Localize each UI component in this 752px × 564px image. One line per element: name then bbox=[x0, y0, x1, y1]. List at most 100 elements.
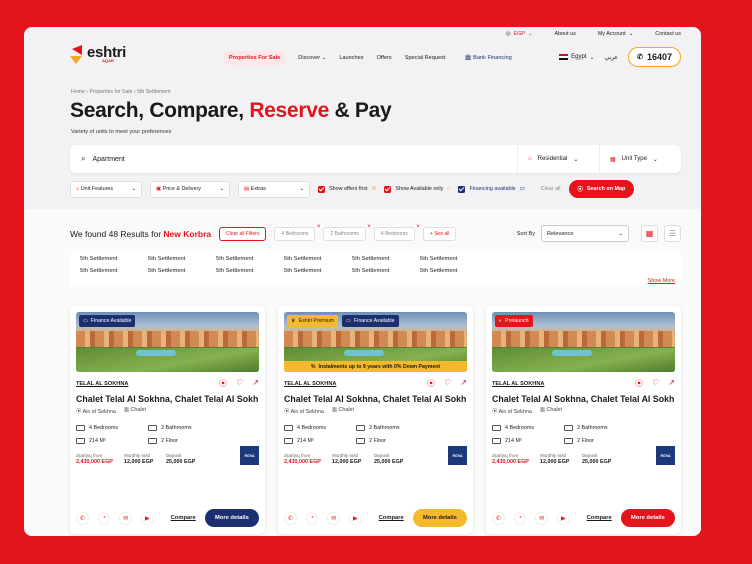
close-icon[interactable]: × bbox=[317, 224, 321, 230]
heart-icon[interactable]: ♡ bbox=[236, 378, 243, 389]
unit-type-select[interactable]: ▦ Unit Type ⌄ bbox=[599, 145, 681, 173]
area-link[interactable]: 5th Settlement bbox=[420, 256, 488, 268]
about-link[interactable]: About us bbox=[555, 31, 576, 37]
listing-title[interactable]: Chalet Telal Al Sokhna, Chalet Telal Al … bbox=[492, 394, 675, 404]
video-icon[interactable]: ▶ bbox=[556, 511, 570, 525]
area-link[interactable]: 5th Settlement bbox=[420, 268, 488, 280]
unit-features-dropdown[interactable]: ⌂ Unit Features ⌄ bbox=[70, 180, 142, 198]
phone-icon[interactable]: ✆ bbox=[76, 511, 89, 525]
area-link[interactable]: 5th Settlement bbox=[352, 256, 420, 268]
area-link[interactable]: 5th Settlement bbox=[352, 268, 420, 280]
clear-filters-button[interactable]: Clear all Filters bbox=[219, 227, 267, 241]
nav-bank-financing[interactable]: 🏛 Bank Financing bbox=[464, 55, 511, 61]
nav-properties-for-sale[interactable]: Properties For Sale bbox=[224, 51, 286, 65]
list-view-button[interactable]: ☰ bbox=[664, 225, 681, 242]
developer-logo[interactable]: RŌVA bbox=[448, 446, 467, 465]
nav-launches[interactable]: Launches bbox=[339, 55, 363, 61]
grid-view-button[interactable]: ▦ bbox=[641, 225, 658, 242]
property-image[interactable]: ▭ Finance Available bbox=[76, 312, 259, 372]
egypt-flag-icon bbox=[559, 54, 569, 60]
listing-card[interactable]: ▭ Finance Available TELAL AL SOKHNA ⦿ ♡ ↗ C… bbox=[70, 306, 265, 534]
area-link[interactable]: 5th Settlement bbox=[284, 268, 352, 280]
property-image[interactable]: ◐ Prelaunch bbox=[492, 312, 675, 372]
property-image[interactable]: ♛ Eshtri Premium ▭ Finance Available % Inst… bbox=[284, 312, 467, 372]
mail-icon[interactable]: ✉ bbox=[535, 511, 548, 525]
area-link[interactable]: 5th Settlement bbox=[284, 256, 352, 268]
whatsapp-icon[interactable]: ◔ bbox=[513, 511, 527, 525]
available-only-checkbox[interactable]: Show Available only ⌂ bbox=[384, 185, 450, 193]
share-icon[interactable]: ↗ bbox=[668, 378, 675, 389]
nav-discover[interactable]: Discover ⌄ bbox=[298, 55, 326, 61]
area-link[interactable]: 5th Settlement bbox=[216, 268, 284, 280]
bathrooms: 2 Bathrooms bbox=[356, 421, 416, 434]
property-type-select[interactable]: ⌂ Residential ⌄ bbox=[517, 145, 599, 173]
compound-link[interactable]: TELAL AL SOKHNA bbox=[492, 381, 544, 387]
floor: 2 Floor bbox=[148, 434, 208, 447]
filter-chip[interactable]: 4 Bedrooms × bbox=[274, 224, 320, 241]
area-link[interactable]: 5th Settlement bbox=[80, 256, 148, 268]
location-icon[interactable]: ⦿ bbox=[427, 378, 435, 389]
search-input[interactable]: ⌕ Apartment bbox=[70, 154, 517, 164]
video-icon[interactable]: ▶ bbox=[140, 511, 154, 525]
breadcrumb-properties[interactable]: Properties for Sale bbox=[89, 89, 132, 95]
heart-icon[interactable]: ♡ bbox=[652, 378, 659, 389]
search-on-map-button[interactable]: ⦿ Search on Map bbox=[568, 180, 635, 198]
show-more-link[interactable]: Show More bbox=[648, 278, 675, 284]
compare-link[interactable]: Compare bbox=[587, 515, 612, 521]
breadcrumb-home[interactable]: Home bbox=[71, 89, 85, 95]
country-selector[interactable]: Egypt ⌄ bbox=[559, 54, 595, 61]
mail-icon[interactable]: ✉ bbox=[119, 511, 132, 525]
hotline-button[interactable]: ✆ 16407 bbox=[628, 47, 681, 67]
video-icon[interactable]: ▶ bbox=[348, 511, 362, 525]
compound-link[interactable]: TELAL AL SOKHNA bbox=[284, 381, 336, 387]
phone-icon[interactable]: ✆ bbox=[492, 511, 505, 525]
share-icon[interactable]: ↗ bbox=[460, 378, 467, 389]
close-icon[interactable]: × bbox=[416, 224, 420, 230]
area-link[interactable]: 5th Settlement bbox=[80, 268, 148, 280]
listing-card[interactable]: ◐ Prelaunch TELAL AL SOKHNA ⦿ ♡ ↗ Chalet Te… bbox=[486, 306, 681, 534]
compare-link[interactable]: Compare bbox=[171, 515, 196, 521]
currency-selector[interactable]: ◎ EGP ⌄ bbox=[506, 31, 533, 37]
price-delivery-dropdown[interactable]: ▣ Price & Delivery ⌄ bbox=[150, 180, 230, 198]
developer-logo[interactable]: RŌVA bbox=[656, 446, 675, 465]
whatsapp-icon[interactable]: ◔ bbox=[305, 511, 319, 525]
location-icon[interactable]: ⦿ bbox=[635, 378, 643, 389]
listing-title[interactable]: Chalet Telal Al Sokhna, Chalet Telal Al … bbox=[76, 394, 259, 404]
area-link[interactable]: 5th Settlement bbox=[148, 268, 216, 280]
compound-link[interactable]: TELAL AL SOKHNA bbox=[76, 381, 128, 387]
language-toggle[interactable]: عربي bbox=[605, 54, 619, 61]
compare-link[interactable]: Compare bbox=[379, 515, 404, 521]
sort-dropdown[interactable]: Relevance ⌄ bbox=[541, 225, 629, 242]
clear-all-link[interactable]: Clear all bbox=[541, 186, 561, 192]
more-details-button[interactable]: More details bbox=[204, 509, 259, 527]
extras-dropdown[interactable]: ▤ Extras ⌄ bbox=[238, 180, 310, 198]
breadcrumb-current: 5th Settlement bbox=[137, 89, 171, 95]
more-details-button[interactable]: More details bbox=[412, 509, 467, 527]
share-icon[interactable]: ↗ bbox=[252, 378, 259, 389]
stairs-icon bbox=[356, 437, 365, 444]
see-all-chips-button[interactable]: + See all bbox=[422, 227, 457, 241]
listing-card[interactable]: ♛ Eshtri Premium ▭ Finance Available % Inst… bbox=[278, 306, 473, 534]
nav-special-request[interactable]: Special Request bbox=[405, 55, 446, 61]
financing-checkbox[interactable]: Financing available ▭ bbox=[458, 185, 525, 193]
mail-icon[interactable]: ✉ bbox=[327, 511, 340, 525]
offers-first-checkbox[interactable]: Show offers first% bbox=[318, 185, 376, 193]
location-icon[interactable]: ⦿ bbox=[219, 378, 227, 389]
start-price: Starting from 2,430,000 EGP bbox=[76, 453, 113, 465]
developer-logo[interactable]: RŌVA bbox=[240, 446, 259, 465]
listing-title[interactable]: Chalet Telal Al Sokhna, Chalet Telal Al … bbox=[284, 394, 467, 404]
phone-icon[interactable]: ✆ bbox=[284, 511, 297, 525]
area-link[interactable]: 5th Settlement bbox=[148, 256, 216, 268]
more-details-button[interactable]: More details bbox=[620, 509, 675, 527]
filter-chip[interactable]: 2 Bathrooms × bbox=[323, 224, 371, 241]
brand-logo[interactable]: eshtri AQAR bbox=[70, 45, 126, 65]
account-menu[interactable]: My Account ⌄ bbox=[598, 31, 633, 37]
close-icon[interactable]: × bbox=[367, 224, 371, 230]
contact-link[interactable]: Contact us bbox=[655, 31, 681, 37]
search-icon: ⌕ bbox=[81, 154, 86, 163]
area-link[interactable]: 5th Settlement bbox=[216, 256, 284, 268]
heart-icon[interactable]: ♡ bbox=[444, 378, 451, 389]
whatsapp-icon[interactable]: ◔ bbox=[97, 511, 111, 525]
nav-offers[interactable]: Offers bbox=[377, 55, 392, 61]
filter-chip[interactable]: 4 Bedrooms × bbox=[373, 224, 420, 241]
